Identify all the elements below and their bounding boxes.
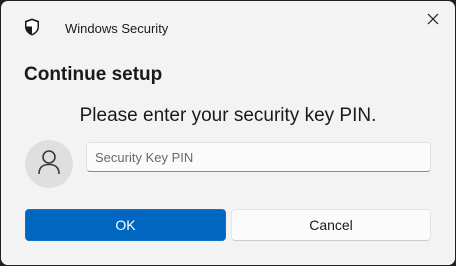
cancel-button[interactable]: Cancel bbox=[231, 209, 431, 241]
close-button[interactable] bbox=[419, 8, 447, 34]
security-key-pin-input[interactable] bbox=[86, 142, 431, 172]
pin-prompt: Please enter your security key PIN. bbox=[79, 105, 377, 126]
avatar bbox=[25, 140, 73, 188]
title-bar: Windows Security bbox=[1, 1, 455, 51]
button-footer: OK Cancel bbox=[1, 195, 455, 265]
shield-icon bbox=[24, 18, 40, 36]
user-icon bbox=[37, 149, 61, 180]
app-title: Windows Security bbox=[65, 21, 169, 36]
windows-security-dialog: Windows Security Continue setup Please e… bbox=[1, 1, 455, 265]
close-icon bbox=[427, 12, 439, 30]
ok-button[interactable]: OK bbox=[25, 209, 226, 241]
dialog-heading: Continue setup bbox=[24, 64, 163, 85]
